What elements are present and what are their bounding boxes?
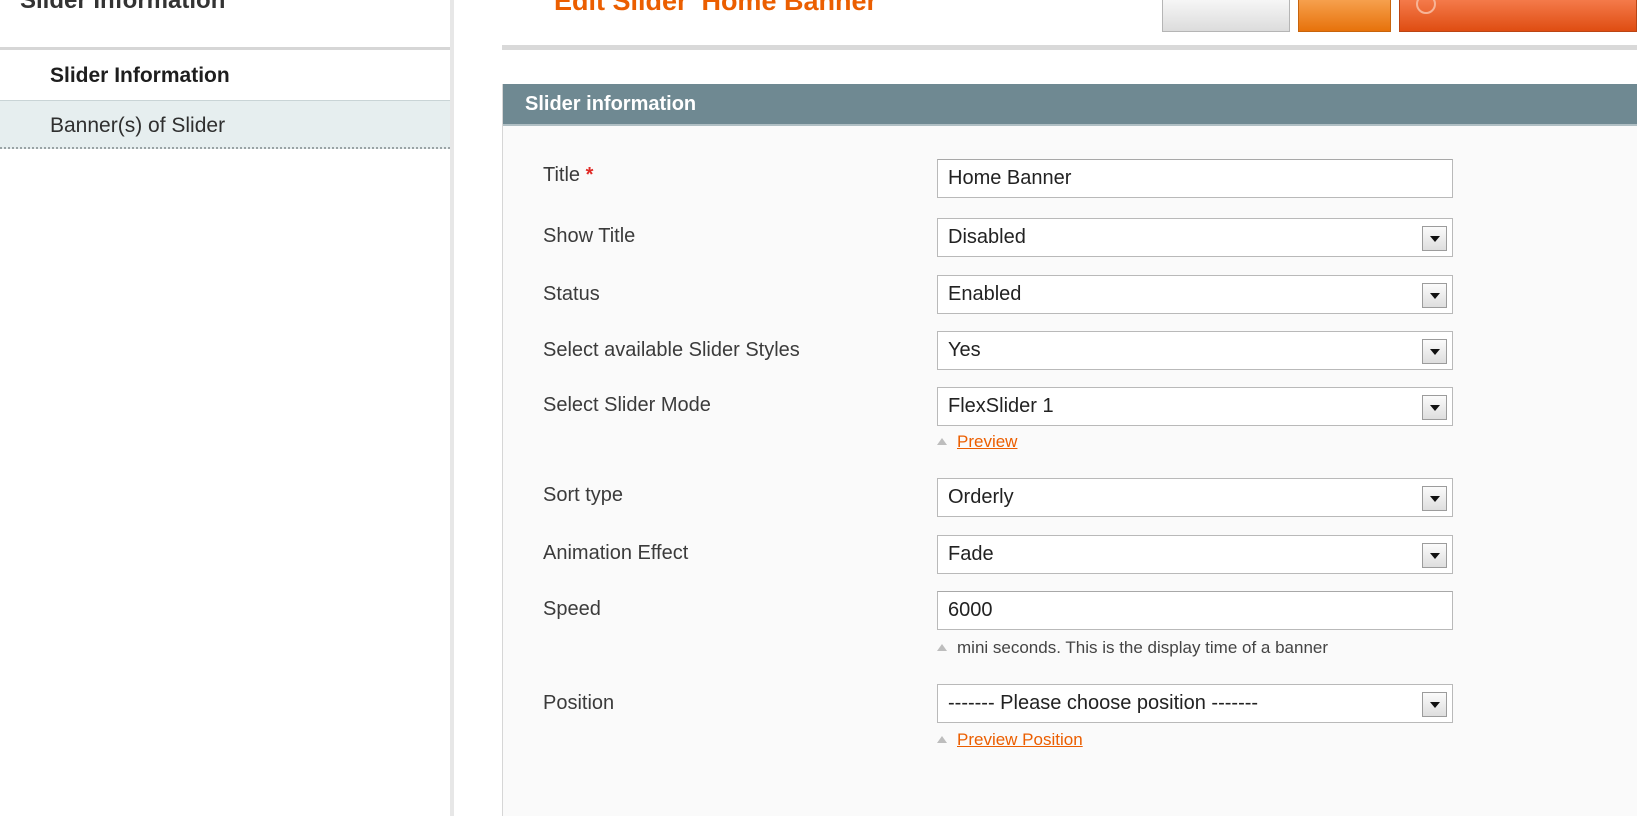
required-mark: * [585,164,594,186]
chevron-down-icon[interactable] [1422,283,1447,308]
sidebar-heading: Slider Information [0,0,454,50]
tab-banners-of-slider[interactable]: Banner(s) of Slider [0,100,450,149]
slider-mode-note: Preview [937,432,1017,452]
preview-link[interactable]: Preview [957,432,1017,451]
position-select[interactable]: ------- Please choose position ------- [937,684,1453,723]
show-title-value: Disabled [948,226,1026,248]
fieldset-title: Slider information [503,84,1637,126]
sidebar-heading-text: Slider Information [20,0,226,14]
position-value: ------- Please choose position ------- [948,692,1259,714]
show-title-select[interactable]: Disabled [937,218,1453,257]
slider-styles-value: Yes [948,339,981,361]
title-input[interactable]: Home Banner [937,159,1453,198]
delete-button[interactable] [1399,0,1637,32]
sort-type-select[interactable]: Orderly [937,478,1453,517]
preview-position-link[interactable]: Preview Position [957,730,1083,749]
position-label: Position [543,692,615,714]
save-button[interactable] [1298,0,1391,32]
slider-styles-label: Select available Slider Styles [543,339,800,361]
chevron-down-icon[interactable] [1422,543,1447,568]
chevron-down-icon[interactable] [1422,395,1447,420]
sidebar: Slider Information Slider Information Ba… [0,0,454,816]
show-title-label: Show Title [543,225,636,247]
title-label: Title * [543,164,593,187]
chevron-down-icon[interactable] [1422,339,1447,364]
speed-note: mini seconds. This is the display time o… [937,638,1328,658]
animation-effect-label: Animation Effect [543,542,689,564]
sidebar-divider [450,0,454,816]
sort-type-value: Orderly [948,486,1014,508]
back-button[interactable] [1162,0,1290,32]
triangle-up-icon [937,644,947,651]
triangle-up-icon [937,736,947,743]
chevron-down-icon[interactable] [1422,226,1447,251]
slider-mode-select[interactable]: FlexSlider 1 [937,387,1453,426]
slider-mode-label: Select Slider Mode [543,394,711,416]
sort-type-label: Sort type [543,484,624,506]
speed-input[interactable]: 6000 [937,591,1453,630]
page-title: Edit Slider 'Home Banner' [554,0,884,16]
delete-icon [1416,0,1436,14]
status-value: Enabled [948,283,1022,305]
triangle-up-icon [937,438,947,445]
chevron-down-icon[interactable] [1422,692,1447,717]
slider-mode-value: FlexSlider 1 [948,395,1054,417]
slider-styles-select[interactable]: Yes [937,331,1453,370]
fieldset-header-divider [503,124,1637,126]
speed-label: Speed [543,598,601,620]
chevron-down-icon[interactable] [1422,486,1447,511]
title-label-text: Title [543,164,581,186]
animation-effect-select[interactable]: Fade [937,535,1453,574]
animation-effect-value: Fade [948,543,994,565]
status-label: Status [543,283,600,305]
status-select[interactable]: Enabled [937,275,1453,314]
position-note: Preview Position [937,730,1083,750]
speed-note-text: mini seconds. This is the display time o… [957,638,1329,657]
tab-slider-information[interactable]: Slider Information [0,52,450,100]
